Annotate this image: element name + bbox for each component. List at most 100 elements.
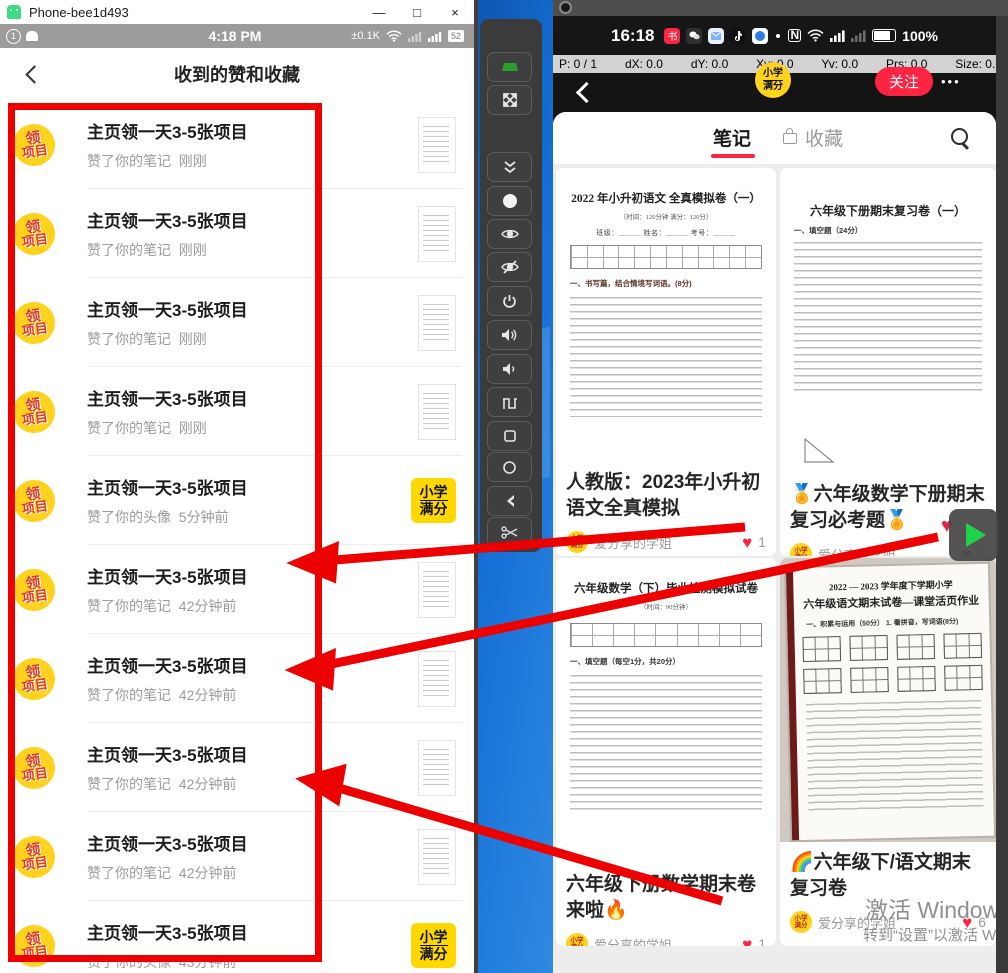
battery-icon bbox=[872, 29, 896, 42]
notification-title: 主页领一天3-5张项目 bbox=[87, 118, 418, 143]
emulator-home-button[interactable] bbox=[487, 52, 532, 82]
debug-size: Size: 0.0 bbox=[955, 57, 1002, 71]
note-card[interactable]: 2022 年小升初语文 全真模拟卷（一） （时间：120分钟 满分：120分） … bbox=[556, 168, 776, 556]
back-icon[interactable] bbox=[576, 82, 597, 103]
author-avatar[interactable]: 小学满分 bbox=[566, 531, 588, 553]
note-thumbnail[interactable]: 小学满分 bbox=[411, 478, 456, 523]
list-item[interactable]: 领 项目 主页领一天3-5张项目 赞了你的头像 43分钟前 小学满分 bbox=[0, 901, 474, 973]
profile-avatar[interactable]: 小学 满分 bbox=[755, 62, 791, 98]
follow-button[interactable]: 关注 bbox=[875, 67, 933, 96]
note-card[interactable]: 2022 — 2023 学年度下学期小学 六年级语文期末试卷—课堂活页作业 一、… bbox=[780, 558, 996, 946]
author-avatar[interactable]: 小学满分 bbox=[790, 911, 812, 933]
more-options-button[interactable]: ••• bbox=[941, 74, 961, 89]
sender-avatar[interactable]: 领 项目 bbox=[10, 299, 57, 346]
list-item[interactable]: 领 项目 主页领一天3-5张项目 赞了你的笔记 42分钟前 小学满分 bbox=[0, 723, 474, 812]
notification-title: 主页领一天3-5张项目 bbox=[87, 385, 418, 410]
close-button[interactable]: × bbox=[436, 0, 474, 24]
sender-avatar[interactable]: 领 项目 bbox=[10, 833, 57, 880]
back-chevron-icon[interactable] bbox=[487, 486, 532, 516]
note-thumbnail[interactable]: 小学满分 bbox=[418, 651, 456, 707]
debug-pointer: P: 0 / 1 bbox=[559, 57, 597, 71]
scissors-icon[interactable] bbox=[487, 517, 532, 547]
author-avatar[interactable]: 小学满分 bbox=[566, 933, 588, 946]
square-shape-icon[interactable] bbox=[487, 421, 532, 451]
notification-subtitle: 赞了你的笔记 42分钟前 bbox=[87, 596, 418, 616]
sender-avatar[interactable]: 领 项目 bbox=[10, 121, 57, 168]
sender-avatar[interactable]: 领 项目 bbox=[10, 744, 57, 791]
signal-sim1-icon bbox=[408, 30, 422, 42]
note-card[interactable]: 六年级下册期末复习卷（一） 一、填空题（24分） 🏅六年级数学下册期末复习必考题… bbox=[780, 168, 996, 556]
maximize-button[interactable]: □ bbox=[398, 0, 436, 24]
tab-collections[interactable]: 收藏 bbox=[805, 124, 843, 151]
list-item[interactable]: 领 项目 主页领一天3-5张项目 赞了你的笔记 刚刚 小学满分 bbox=[0, 100, 474, 189]
author-name[interactable]: 爱分享的学姐 bbox=[594, 935, 736, 946]
note-cover: 2022 — 2023 学年度下学期小学 六年级语文期末试卷—课堂活页作业 一、… bbox=[780, 558, 996, 842]
collapse-icon[interactable] bbox=[487, 152, 532, 182]
note-thumbnail[interactable]: 小学满分 bbox=[418, 206, 456, 262]
note-thumbnail[interactable]: 小学满分 bbox=[418, 740, 456, 796]
list-item[interactable]: 领 项目 主页领一天3-5张项目 赞了你的笔记 42分钟前 小学满分 bbox=[0, 545, 474, 634]
list-item[interactable]: 领 项目 主页领一天3-5张项目 赞了你的笔记 刚刚 小学满分 bbox=[0, 278, 474, 367]
statusbar-time: 16:18 bbox=[611, 26, 654, 46]
sender-avatar[interactable]: 领 项目 bbox=[10, 477, 57, 524]
list-item[interactable]: 领 项目 主页领一天3-5张项目 赞了你的笔记 42分钟前 小学满分 bbox=[0, 812, 474, 901]
nfc-icon: N bbox=[788, 29, 801, 42]
author-avatar[interactable]: 小学满分 bbox=[790, 543, 812, 556]
page-title: 收到的赞和收藏 bbox=[0, 61, 474, 87]
triangle-figure bbox=[802, 436, 836, 464]
sender-avatar[interactable]: 领 项目 bbox=[10, 922, 57, 969]
notification-title: 主页领一天3-5张项目 bbox=[87, 830, 418, 855]
tiktok-icon bbox=[730, 28, 746, 44]
sender-avatar[interactable]: 领 项目 bbox=[10, 566, 57, 613]
note-title: 六年级下册数学期末卷来啦🔥 bbox=[556, 864, 776, 926]
minimize-button[interactable]: — bbox=[360, 0, 398, 24]
note-thumbnail[interactable]: 小学满分 bbox=[418, 829, 456, 885]
list-item[interactable]: 领 项目 主页领一天3-5张项目 赞了你的笔记 刚刚 小学满分 bbox=[0, 189, 474, 278]
notification-title: 主页领一天3-5张项目 bbox=[87, 919, 411, 944]
steps-path-icon[interactable] bbox=[487, 387, 532, 417]
camera-punch-hole bbox=[559, 1, 572, 14]
note-thumbnail[interactable]: 小学满分 bbox=[418, 562, 456, 618]
signal-sim2-icon bbox=[428, 30, 442, 42]
note-cover: 六年级数学（下）毕业检测模拟试卷 （时间：90分钟） 一、填空题（每空1分，共2… bbox=[556, 558, 776, 864]
like-count: 1 bbox=[758, 534, 766, 550]
show-eye-icon[interactable] bbox=[487, 219, 532, 249]
sender-avatar[interactable]: 领 项目 bbox=[10, 655, 57, 702]
wechat-icon bbox=[686, 28, 702, 44]
list-item[interactable]: 领 项目 主页领一天3-5张项目 赞了你的笔记 42分钟前 小学满分 bbox=[0, 634, 474, 723]
signal-icon bbox=[830, 29, 845, 42]
like-icon[interactable]: ♥ bbox=[742, 534, 752, 551]
list-item[interactable]: 领 项目 主页领一天3-5张项目 赞了你的头像 5分钟前 小学满分 bbox=[0, 456, 474, 545]
signal2-icon bbox=[851, 29, 866, 42]
note-thumbnail[interactable]: 小学满分 bbox=[418, 295, 456, 351]
notification-title: 主页领一天3-5张项目 bbox=[87, 207, 418, 232]
circle-shape-icon[interactable] bbox=[487, 452, 532, 482]
fullscreen-icon[interactable] bbox=[487, 85, 532, 115]
sender-avatar[interactable]: 领 项目 bbox=[10, 210, 57, 257]
note-card[interactable]: 六年级数学（下）毕业检测模拟试卷 （时间：90分钟） 一、填空题（每空1分，共2… bbox=[556, 558, 776, 946]
window-title: Phone-bee1d493 bbox=[29, 5, 360, 20]
screen-record-play-button[interactable] bbox=[949, 509, 998, 561]
author-name[interactable]: 爱分享的学姐 bbox=[594, 533, 736, 552]
xiaohongshu-icon: 书 bbox=[664, 28, 680, 44]
search-icon[interactable] bbox=[951, 128, 968, 145]
note-thumbnail[interactable]: 小学满分 bbox=[418, 117, 456, 173]
wifi-icon bbox=[807, 29, 824, 42]
profile-content-sheet: 笔记 收藏 2022 年小升初语文 全真模拟卷（一） （时间：120分钟 满分：… bbox=[553, 112, 996, 973]
notification-dot bbox=[776, 34, 780, 38]
record-icon[interactable] bbox=[487, 186, 532, 216]
notification-subtitle: 赞了你的头像 43分钟前 bbox=[87, 952, 411, 972]
note-thumbnail[interactable]: 小学满分 bbox=[411, 923, 456, 968]
tab-notes[interactable]: 笔记 bbox=[713, 124, 751, 151]
volume-up-icon[interactable] bbox=[487, 320, 532, 350]
note-thumbnail[interactable]: 小学满分 bbox=[418, 384, 456, 440]
note-cover: 六年级下册期末复习卷（一） 一、填空题（24分） bbox=[780, 168, 996, 474]
hide-eye-icon[interactable] bbox=[487, 252, 532, 282]
author-name[interactable]: 爱分享的学姐 bbox=[818, 545, 956, 556]
power-icon[interactable] bbox=[487, 286, 532, 316]
list-item[interactable]: 领 项目 主页领一天3-5张项目 赞了你的笔记 刚刚 小学满分 bbox=[0, 367, 474, 456]
like-icon[interactable]: ♥ bbox=[742, 936, 752, 946]
notification-list: 领 项目 主页领一天3-5张项目 赞了你的笔记 刚刚 小学满分 领 项目 主页领… bbox=[0, 100, 474, 973]
sender-avatar[interactable]: 领 项目 bbox=[10, 388, 57, 435]
volume-down-icon[interactable] bbox=[487, 354, 532, 384]
